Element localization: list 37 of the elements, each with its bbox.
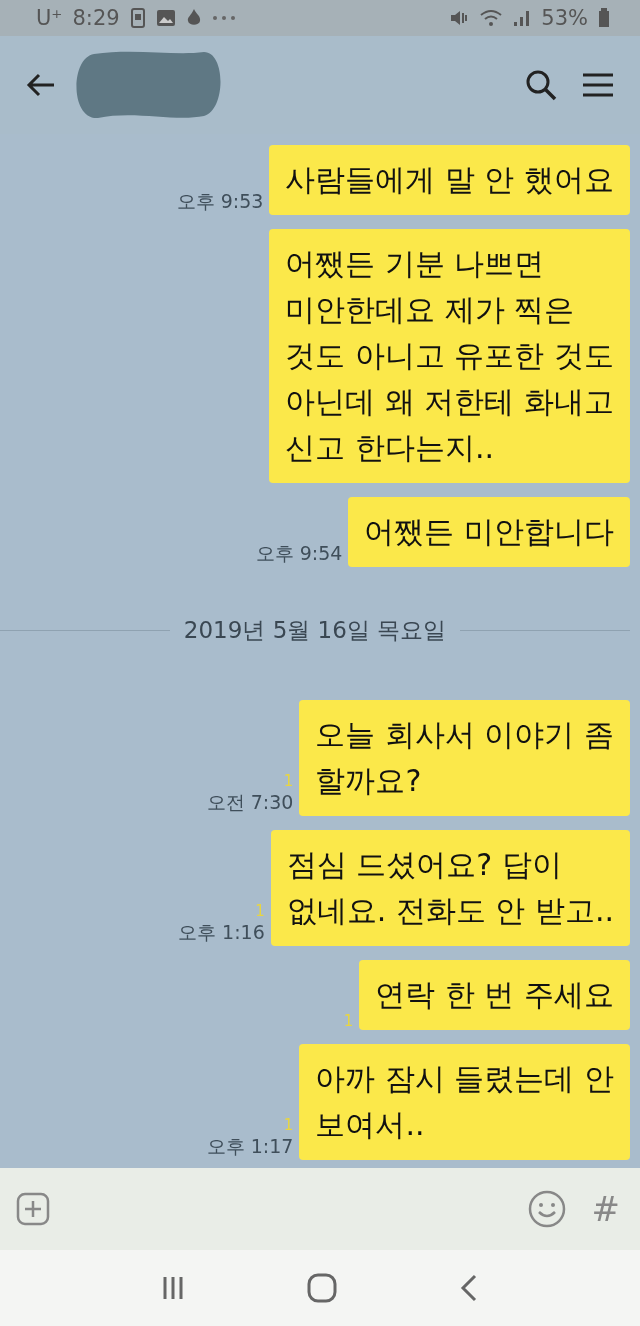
battery-icon bbox=[598, 8, 610, 28]
search-icon[interactable] bbox=[524, 68, 558, 102]
image-icon bbox=[155, 9, 176, 27]
battery-percent: 53% bbox=[541, 6, 588, 30]
emoji-icon[interactable] bbox=[527, 1190, 566, 1228]
message-bubble: 오늘 회사서 이야기 좀 할까요? bbox=[299, 700, 630, 816]
add-icon[interactable] bbox=[16, 1192, 50, 1226]
unread-count: 1 bbox=[255, 902, 265, 920]
flame-icon bbox=[185, 8, 202, 28]
message-time: 오후 9:54 bbox=[255, 541, 343, 566]
phone-icon bbox=[129, 8, 146, 28]
message-bubble: 사람들에게 말 안 했어요 bbox=[269, 145, 630, 215]
message-bubble: 아까 잠시 들렸는데 안 보여서.. bbox=[299, 1044, 630, 1160]
unread-count: 1 bbox=[343, 1012, 354, 1030]
more-icon bbox=[211, 15, 236, 21]
hashtag-button[interactable]: # bbox=[591, 1189, 620, 1229]
back-arrow-icon[interactable] bbox=[26, 72, 56, 98]
message-time: 오후 1:16 bbox=[178, 920, 265, 945]
wifi-icon bbox=[479, 9, 504, 27]
home-icon[interactable] bbox=[307, 1273, 337, 1303]
message-bubble: 어쨌든 기분 나쁘면 미안한데요 제가 찍은 것도 아니고 유포한 것도 아닌데 왜 저한테 화내고 신고 한다는지.. bbox=[269, 229, 630, 483]
message-time: 오후 9:53 bbox=[176, 189, 264, 214]
message-bubble: 연락 한 번 주세요 bbox=[359, 960, 630, 1030]
message-time: 오후 1:17 bbox=[206, 1134, 294, 1159]
signal-icon bbox=[513, 9, 532, 27]
status-time: 8:29 bbox=[72, 6, 120, 30]
message-bubble: 점심 드셨어요? 답이 없네요. 전화도 안 받고.. bbox=[270, 830, 630, 946]
unread-count: 1 bbox=[283, 772, 294, 790]
unread-count: 1 bbox=[283, 1116, 294, 1134]
back-icon[interactable] bbox=[459, 1273, 479, 1303]
carrier-label: U⁺ bbox=[36, 6, 63, 30]
message-bubble: 어쨌든 미안합니다 bbox=[348, 497, 630, 567]
date-divider: 2019년 5월 16일 목요일 bbox=[183, 616, 447, 645]
message-time: 오전 7:30 bbox=[206, 790, 294, 815]
mute-icon bbox=[449, 9, 470, 27]
menu-icon[interactable] bbox=[582, 72, 614, 98]
recent-apps-icon[interactable] bbox=[161, 1275, 185, 1301]
